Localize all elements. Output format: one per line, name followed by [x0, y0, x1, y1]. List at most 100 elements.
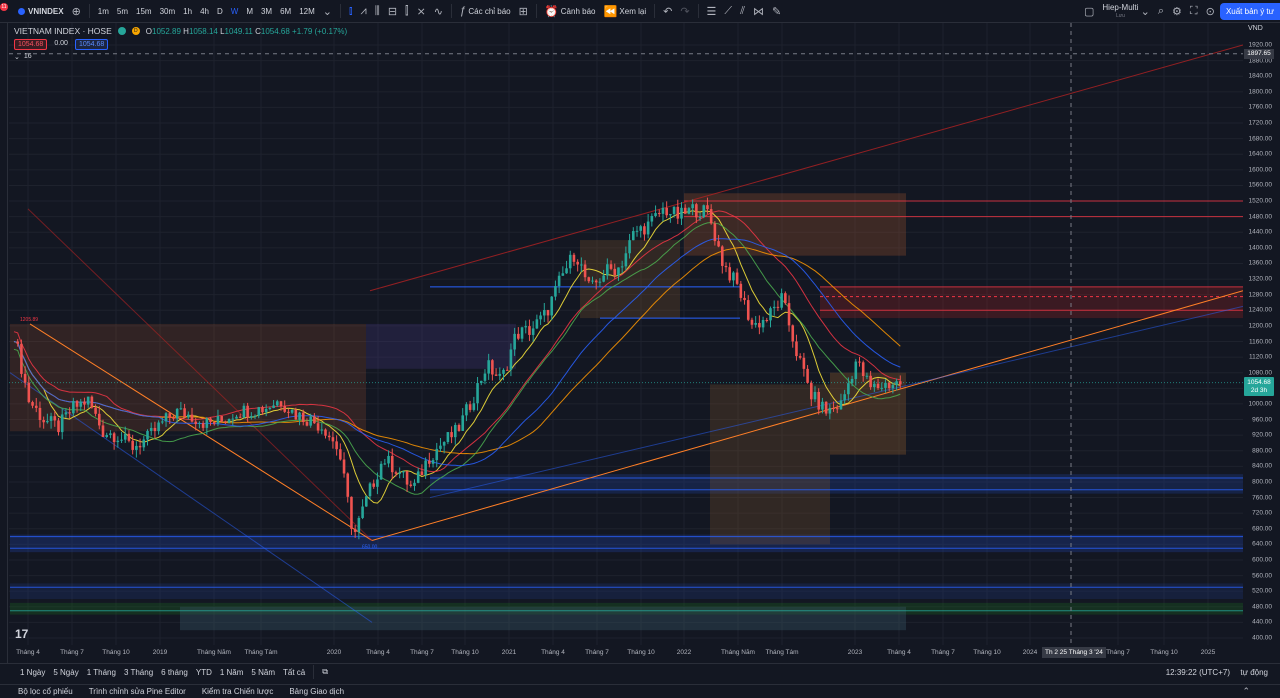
support-zone: [10, 534, 1243, 553]
candle-body: [57, 420, 60, 433]
candle-body: [709, 209, 713, 224]
candle-body: [361, 506, 364, 518]
range-button[interactable]: 1 Ngày: [16, 668, 49, 677]
candle-body: [49, 416, 53, 421]
candle-body: [161, 421, 164, 423]
candle-body: [350, 496, 353, 529]
range-button[interactable]: YTD: [192, 668, 216, 677]
candle-body: [294, 409, 298, 420]
panel-tab[interactable]: Bộ lọc cổ phiếu: [18, 687, 73, 696]
candle-body: [331, 437, 335, 442]
candle-body: [453, 424, 457, 438]
candle-body: [494, 374, 498, 376]
sell-button[interactable]: 1054.68: [14, 39, 48, 50]
candle-body: [587, 277, 591, 282]
time-tick: Tháng 7: [1106, 649, 1130, 656]
candle-body: [94, 407, 97, 414]
price-tick: 840.00: [1252, 462, 1272, 470]
range-button[interactable]: 3 Tháng: [120, 668, 157, 677]
range-button[interactable]: Tất cả: [279, 668, 309, 677]
candle-body: [606, 264, 609, 276]
candle-body: [68, 412, 71, 414]
candle-body: [483, 373, 487, 381]
candle-body: [695, 204, 698, 218]
candle-body: [654, 213, 657, 217]
candle-body: [142, 439, 146, 448]
range-button[interactable]: 1 Tháng: [83, 668, 120, 677]
price-axis[interactable]: 1920.00 1880.00 1840.00 1800.00 1760.00 1720.…: [1243, 23, 1280, 663]
price-tick: 1600.00: [1248, 166, 1273, 174]
candle-body: [468, 404, 472, 410]
price-tick: 1640.00: [1248, 150, 1273, 158]
range-button[interactable]: 5 Năm: [247, 668, 279, 677]
candle-body: [472, 403, 476, 410]
candle-body: [784, 293, 787, 304]
candle-body: [828, 407, 832, 414]
candle-body: [79, 401, 83, 407]
low-value: 1049.11: [224, 26, 253, 36]
candle-body: [246, 405, 249, 418]
price-tick: 920.00: [1252, 431, 1272, 439]
date-range-bar: 1 Ngày 5 Ngày 1 Tháng 3 Tháng 6 tháng YTD 1 Nă…: [0, 663, 1280, 680]
candle-body: [405, 471, 409, 485]
price-tick: 1000.00: [1248, 400, 1273, 408]
candle-body: [123, 433, 127, 440]
candle-body: [120, 439, 123, 441]
candle-body: [75, 401, 79, 407]
candle-body: [387, 455, 390, 464]
candle-body: [461, 415, 465, 431]
candle-body: [34, 405, 38, 408]
range-button[interactable]: 1 Năm: [216, 668, 248, 677]
price-tick: 880.00: [1252, 447, 1272, 455]
price-chart[interactable]: 1205.89 650.00: [0, 0, 1243, 663]
candle-body: [320, 429, 324, 431]
candle-body: [342, 459, 346, 474]
candle-body: [817, 391, 821, 410]
candle-body: [235, 416, 238, 419]
indicators-toggle[interactable]: ⌄ 16: [14, 53, 347, 61]
clock[interactable]: 12:39:22 (UTC+7): [1166, 668, 1230, 677]
candle-body: [16, 341, 20, 344]
candle-body: [713, 223, 717, 242]
candle-body: [732, 272, 735, 281]
price-tick: 1480.00: [1248, 213, 1273, 221]
candle-body: [565, 268, 568, 274]
candle-body: [261, 407, 264, 413]
candle-body: [287, 411, 290, 413]
candle-body: [861, 362, 865, 377]
candle-body: [290, 409, 294, 413]
candle-body: [42, 420, 45, 423]
buy-button[interactable]: 1054.68: [74, 39, 109, 50]
panel-tab[interactable]: Kiểm tra Chiến lược: [202, 687, 274, 696]
collapse-panel-icon[interactable]: ⌃: [1242, 686, 1250, 697]
candle-body: [546, 310, 550, 316]
candle-body: [116, 440, 120, 443]
candle-body: [275, 401, 279, 406]
candle-body: [843, 394, 846, 401]
candle-body: [635, 230, 639, 232]
tradingview-logo-icon[interactable]: 17: [15, 627, 28, 641]
ohlc-values: O1052.89 H1058.14 L1049.11 C1054.68 +1.7…: [146, 27, 347, 36]
goto-date-button[interactable]: ⧉: [318, 667, 332, 677]
range-button[interactable]: 6 tháng: [157, 668, 192, 677]
panel-tab[interactable]: Trình chỉnh sửa Pine Editor: [89, 687, 186, 696]
candle-body: [283, 406, 287, 412]
candle-body: [83, 401, 86, 405]
candle-body: [620, 266, 624, 268]
candle-body: [568, 254, 572, 269]
resistance-zone: [820, 286, 1243, 319]
candle-body: [746, 300, 750, 320]
candle-body: [127, 433, 131, 441]
panel-tab[interactable]: Bảng Giao dịch: [289, 687, 344, 696]
candle-body: [661, 207, 665, 214]
time-tick: 2020: [326, 649, 342, 656]
candle-body: [791, 325, 795, 342]
time-axis[interactable]: Th 2 25 Tháng 3 '24 Tháng 4 Tháng 7 Tháng …: [0, 645, 1243, 663]
candle-body: [858, 361, 861, 363]
time-tick: Tháng Tám: [244, 649, 278, 656]
currency-label[interactable]: VND: [1248, 25, 1263, 32]
range-button[interactable]: 5 Ngày: [49, 668, 82, 677]
auto-scale-toggle[interactable]: tự động: [1240, 668, 1268, 677]
candle-body: [157, 422, 160, 432]
price-tick: 800.00: [1252, 478, 1272, 486]
